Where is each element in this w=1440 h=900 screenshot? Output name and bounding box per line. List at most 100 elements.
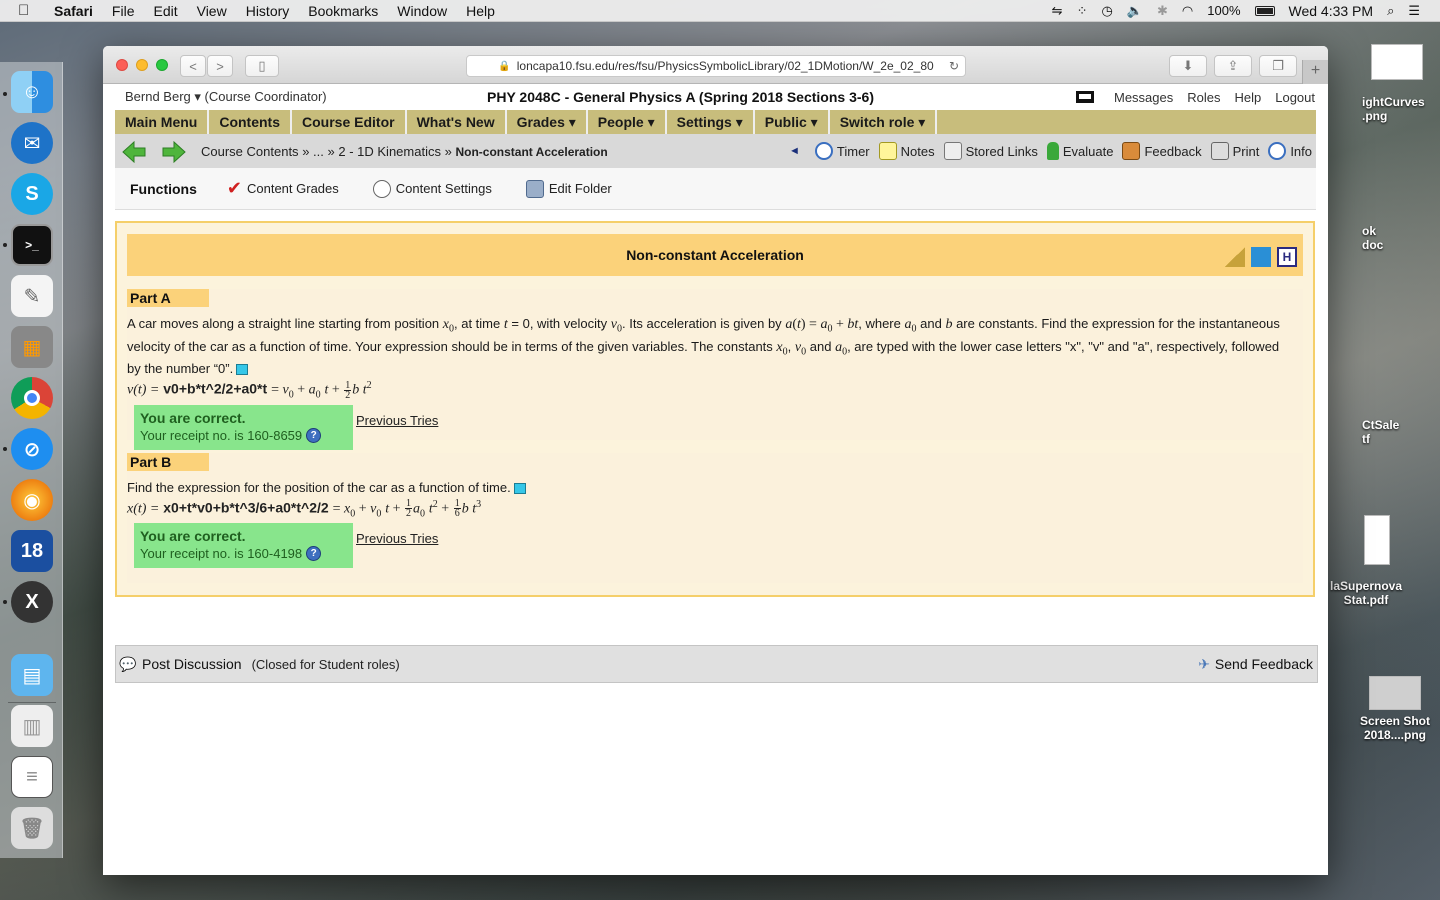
xquartz-icon[interactable]: X (11, 581, 53, 623)
menu-window[interactable]: Window (397, 3, 447, 19)
battery-icon[interactable] (1254, 5, 1275, 16)
print-tool[interactable]: Print (1210, 142, 1259, 160)
downloads-stack-icon[interactable]: ▥ (11, 705, 53, 747)
menu-view[interactable]: View (197, 3, 227, 19)
nav-whats-new[interactable]: What's New (407, 110, 507, 134)
minimize-window-icon[interactable] (136, 59, 148, 71)
calculator-icon[interactable]: ▦ (11, 326, 53, 368)
help-question-icon[interactable]: ? (306, 427, 322, 443)
monitor-icon[interactable] (1075, 91, 1094, 103)
part-a-previous-tries-link[interactable]: Previous Tries (356, 413, 438, 428)
notes-tool[interactable]: Notes (878, 142, 935, 160)
back-button[interactable]: < (180, 55, 206, 77)
nav-grades[interactable]: Grades ▾ (507, 110, 588, 134)
messages-link[interactable]: Messages (1114, 90, 1173, 105)
desktop-file-label[interactable]: ok doc (1362, 224, 1440, 252)
breadcrumb-course-contents[interactable]: Course Contents (201, 144, 299, 159)
nav-settings[interactable]: Settings ▾ (667, 110, 755, 134)
h-icon[interactable]: H (1277, 247, 1297, 267)
wifi-icon[interactable]: ◠ (1182, 3, 1193, 19)
apple-icon[interactable]:  (18, 2, 40, 19)
nav-people[interactable]: People ▾ (588, 110, 667, 134)
thunderbird-icon[interactable]: ✉ (11, 122, 53, 164)
timer-tool[interactable]: Timer (814, 142, 870, 160)
forward-button[interactable]: > (207, 55, 233, 77)
stored-links-tool[interactable]: Stored Links (943, 142, 1038, 160)
spotlight-icon[interactable]: ⌕ (1387, 3, 1394, 19)
logout-link[interactable]: Logout (1275, 90, 1315, 105)
documents-stack-icon[interactable]: ≡ (11, 756, 53, 798)
content-grades-link[interactable]: ✔ Content Grades (227, 178, 339, 199)
nav-course-editor[interactable]: Course Editor (292, 110, 407, 134)
part-a-label: Part A (127, 289, 209, 307)
battery-percent[interactable]: 100% (1207, 3, 1240, 18)
post-discussion-link[interactable]: Post Discussion (142, 656, 242, 672)
firefox-icon[interactable]: ◉ (11, 479, 53, 521)
desktop-file-label[interactable]: laSupernova Stat.pdf (1326, 579, 1406, 607)
notification-center-icon[interactable]: ☰ (1408, 3, 1420, 19)
note-icon[interactable] (513, 483, 526, 495)
zoom-window-icon[interactable] (156, 59, 168, 71)
applications-folder-icon[interactable]: ▤ (11, 654, 53, 696)
menu-edit[interactable]: Edit (153, 3, 177, 19)
menu-help[interactable]: Help (466, 3, 495, 19)
breadcrumb-folder[interactable]: 2 - 1D Kinematics (338, 144, 441, 159)
menu-history[interactable]: History (246, 3, 290, 19)
downloads-icon[interactable]: ⬇ (1169, 55, 1207, 77)
bluetooth-icon[interactable]: ✱ (1157, 3, 1168, 19)
send-feedback-link[interactable]: ✈ Send Feedback (1198, 656, 1313, 673)
help-question-icon[interactable]: ? (306, 546, 322, 562)
breadcrumb-separator: » (302, 143, 310, 159)
chrome-icon[interactable] (11, 377, 53, 419)
nav-switch-role[interactable]: Switch role ▾ (830, 110, 938, 134)
finder-icon[interactable]: ☺ (11, 71, 53, 113)
breadcrumb-ellipsis[interactable]: ... (313, 144, 324, 159)
textedit-icon[interactable]: ✎ (11, 275, 53, 317)
skype-icon[interactable]: S (11, 173, 53, 215)
time-machine-icon[interactable]: ◷ (1101, 3, 1112, 19)
help-link[interactable]: Help (1234, 90, 1261, 105)
previous-page-icon[interactable] (121, 140, 146, 164)
desktop-file[interactable] (1362, 515, 1392, 569)
close-window-icon[interactable] (116, 59, 128, 71)
user-menu[interactable]: Bernd Berg ▾ (Course Coordinator) (125, 89, 327, 105)
collapse-tools-icon[interactable]: ◄ (789, 145, 800, 157)
feedback-tool[interactable]: Feedback (1122, 142, 1202, 160)
ruler-icon[interactable] (1225, 247, 1245, 267)
sidebar-icon[interactable]: ▯ (245, 55, 279, 77)
desktop-file-label[interactable]: ightCurves .png (1362, 95, 1440, 123)
content-settings-link[interactable]: Content Settings (372, 179, 492, 198)
maple-icon[interactable]: 18 (11, 530, 53, 572)
airplay-icon[interactable]: ⇋ (1052, 3, 1063, 19)
tabs-overview-icon[interactable]: ❐ (1259, 55, 1297, 77)
part-b-previous-tries-link[interactable]: Previous Tries (356, 531, 438, 546)
volume-icon[interactable]: 🔈 (1127, 3, 1143, 19)
terminal-icon[interactable]: >_ (11, 224, 53, 266)
menu-file[interactable]: File (112, 3, 135, 19)
roles-link[interactable]: Roles (1187, 90, 1220, 105)
note-icon[interactable] (236, 364, 249, 376)
clock[interactable]: Wed 4:33 PM (1289, 3, 1374, 19)
edit-folder-link[interactable]: Edit Folder (525, 179, 612, 198)
new-tab-button[interactable]: + (1302, 60, 1328, 84)
safari-icon[interactable]: ⊘ (11, 428, 53, 470)
menu-bookmarks[interactable]: Bookmarks (308, 3, 378, 19)
nav-public[interactable]: Public ▾ (755, 110, 830, 134)
nav-contents[interactable]: Contents (209, 110, 293, 134)
evaluate-tool[interactable]: Evaluate (1046, 142, 1113, 160)
speech-bubble-icon[interactable]: 💬 (119, 656, 136, 673)
address-bar[interactable]: 🔒 loncapa10.fsu.edu/res/fsu/PhysicsSymbo… (466, 55, 966, 77)
network-icon[interactable]: ⁘ (1077, 3, 1088, 19)
menu-app-name[interactable]: Safari (54, 3, 93, 19)
info-tool[interactable]: Info (1268, 142, 1312, 160)
reload-icon[interactable]: ↻ (949, 59, 959, 73)
trash-icon[interactable]: 🗑 (11, 807, 53, 849)
next-page-icon[interactable] (161, 140, 186, 164)
desktop-file[interactable]: Screen Shot 2018....png (1352, 676, 1438, 742)
desktop-file[interactable] (1362, 44, 1432, 84)
nav-main-menu[interactable]: Main Menu (115, 110, 210, 134)
desktop-file-label[interactable]: CtSale tf (1362, 418, 1440, 446)
chart-icon[interactable] (1251, 247, 1271, 267)
share-icon[interactable]: ⇪ (1214, 55, 1252, 77)
checkmark-icon: ✔ (226, 178, 242, 198)
